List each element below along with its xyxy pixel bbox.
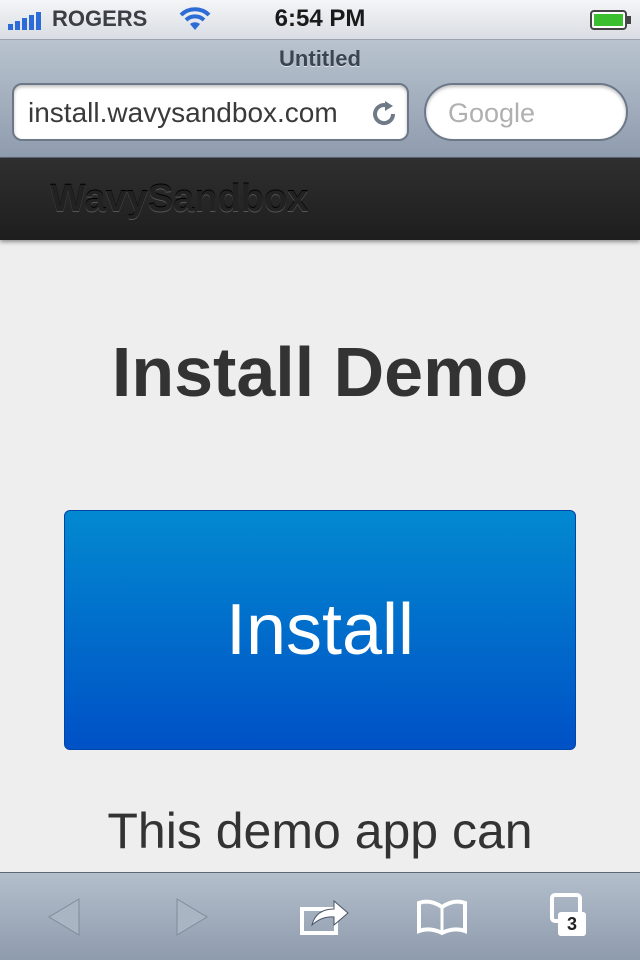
brand-logo[interactable]: WavySandbox: [50, 178, 308, 221]
back-icon: [48, 898, 80, 936]
forward-icon: [176, 898, 208, 936]
browser-chrome: Untitled install.wavysandbox.com Google: [0, 40, 640, 158]
reload-icon[interactable]: [369, 99, 399, 129]
install-button[interactable]: Install: [64, 510, 576, 750]
clock: 6:54 PM: [274, 5, 366, 32]
search-input[interactable]: Google: [424, 83, 628, 141]
url-text[interactable]: install.wavysandbox.com: [28, 97, 368, 129]
share-icon: [300, 899, 349, 935]
bookmarks-icon: [417, 899, 467, 935]
description-text: This demo app can: [107, 803, 533, 859]
tabs-button[interactable]: 3: [544, 891, 600, 943]
site-header: WavySandbox: [0, 158, 640, 240]
back-button[interactable]: [36, 891, 92, 943]
install-button-label: Install: [225, 590, 415, 670]
battery-icon: [590, 10, 631, 30]
status-bar: ROGERS 6:54 PM: [0, 0, 640, 40]
tabs-count-badge: 3: [558, 912, 586, 936]
share-button[interactable]: [296, 891, 352, 943]
bookmarks-button[interactable]: [414, 891, 470, 943]
page-heading: Install Demo: [111, 333, 529, 411]
page-title: Untitled: [279, 46, 361, 71]
forward-button[interactable]: [164, 891, 220, 943]
bottom-toolbar: 3: [0, 872, 640, 960]
url-bar[interactable]: install.wavysandbox.com: [12, 83, 409, 141]
search-placeholder: Google: [448, 98, 536, 128]
